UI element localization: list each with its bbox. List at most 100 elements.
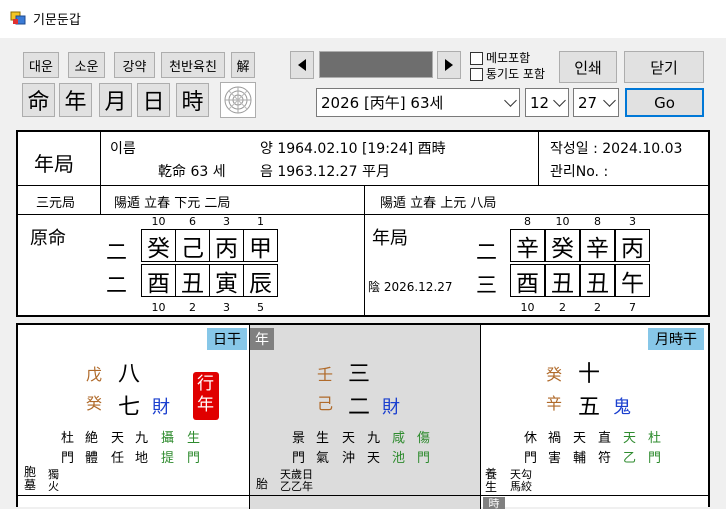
palace-left-r2-4: 提 <box>161 451 175 466</box>
nianju-branch: 酉 <box>510 264 545 297</box>
hour-button[interactable]: 時 <box>176 83 209 117</box>
palace-left-r2-1: 體 <box>85 451 99 466</box>
month-select[interactable]: 12 <box>525 88 569 117</box>
nianju-top-num: 8 <box>524 215 531 228</box>
soun-button[interactable]: 소운 <box>68 52 105 78</box>
palace-middle-r2-2: 沖 <box>342 451 356 466</box>
compass-button[interactable] <box>220 82 256 118</box>
palace-middle-r1-3: 九 <box>367 431 381 446</box>
nianju-bottom-num: 2 <box>559 301 566 314</box>
tonggi-label: 통기도 포함 <box>486 67 546 81</box>
nianju-stem: 辛 <box>580 229 615 262</box>
palace-middle-r2-5: 門 <box>417 451 431 466</box>
written-date: 작성일 : 2024.10.03 <box>550 141 683 157</box>
print-button[interactable]: 인쇄 <box>559 51 617 83</box>
palace-middle-r1-4: 咸 <box>392 431 406 446</box>
palace-grid: 日干 戊 癸 八 七 財 行年 杜 絶 天 九 攝 生 門 體 任 地 提 門 … <box>16 323 710 509</box>
nianju-stem: 辛 <box>510 229 545 262</box>
yuanming-top-num: 10 <box>151 215 166 228</box>
prev-button[interactable] <box>290 51 314 79</box>
month-button[interactable]: 月 <box>99 83 132 117</box>
daeun-button[interactable]: 대운 <box>23 52 59 78</box>
ming-button[interactable]: 命 <box>22 83 55 117</box>
yuanming-stem: 己 <box>175 229 210 262</box>
compass-icon <box>224 86 252 114</box>
yuanming-branch: 寅 <box>209 264 244 297</box>
palace-right-r2-1: 害 <box>548 451 562 466</box>
palace-left-r2-5: 門 <box>187 451 201 466</box>
palace-left-foot-d: 火 <box>48 480 59 493</box>
palace-middle-stem-bottom: 己 <box>317 394 334 413</box>
palace-middle-r2-4: 池 <box>392 451 406 466</box>
window-title: 기문둔갑 <box>33 13 81 28</box>
palace-right-r2-4: 乙 <box>623 451 637 466</box>
palace-right-r1-3: 直 <box>598 431 612 446</box>
month-select-value: 12 <box>530 93 550 112</box>
palace-middle-r1-5: 傷 <box>417 431 431 446</box>
title-bar <box>0 0 726 38</box>
go-button[interactable]: Go <box>625 88 704 117</box>
palace-right-r2-0: 門 <box>524 451 538 466</box>
chart-panel: 年局 이름 양 1964.02.10 [19:24] 酉時 乾命 63 세 음 … <box>16 130 710 317</box>
close-button[interactable]: 닫기 <box>624 51 704 83</box>
memo-checkbox[interactable] <box>470 52 483 65</box>
palace-left-badge-text: 行年 <box>197 374 214 415</box>
palace-bottom-tag: 時 <box>483 497 505 509</box>
year-select-value: 2026 [丙午] 63세 <box>321 94 444 112</box>
palace-left-r1-1: 絶 <box>85 431 99 446</box>
explain-button[interactable]: 解 <box>231 52 255 78</box>
palace-left-relation: 財 <box>152 397 170 418</box>
next-button[interactable] <box>437 51 461 79</box>
nianju-branch: 午 <box>615 264 650 297</box>
yuanming-branch: 辰 <box>243 264 278 297</box>
palace-middle-r2-1: 氣 <box>316 451 330 466</box>
yuanming-top-num: 3 <box>223 215 230 228</box>
yuanming-row-label: 二 <box>106 273 127 297</box>
palace-right-r1-2: 天 <box>573 431 587 446</box>
nianju-row-label: 二 <box>476 240 497 264</box>
palace-left-foot-b: 墓 <box>24 478 37 492</box>
solar-date: 양 1964.02.10 [19:24] 酉時 <box>260 141 446 157</box>
ju-left: 陽遁 立春 下元 二局 <box>114 196 231 211</box>
palace-middle-num-bottom: 二 <box>348 395 371 420</box>
year-select[interactable]: 2026 [丙午] 63세 <box>316 88 520 117</box>
day-button[interactable]: 日 <box>137 83 170 117</box>
lunar-date: 음 1963.12.27 平月 <box>260 164 390 180</box>
palace-middle-r2-3: 天 <box>367 451 381 466</box>
chevron-down-icon <box>504 94 517 107</box>
tonggi-checkbox[interactable] <box>470 68 483 81</box>
nianju-stem: 癸 <box>545 229 580 262</box>
yuanming-top-num: 6 <box>189 215 196 228</box>
nianju-bottom-num: 2 <box>594 301 601 314</box>
palace-middle-foot-c: 乙乙年 <box>280 480 313 493</box>
nianju-stem: 丙 <box>615 229 650 262</box>
nianju-top-num: 3 <box>629 215 636 228</box>
palace-left-r1-3: 九 <box>135 431 149 446</box>
palace-middle-relation: 財 <box>382 397 400 418</box>
nianju-row-label: 三 <box>476 273 497 297</box>
palace-middle-stem-top: 壬 <box>317 365 334 384</box>
cheonban-button[interactable]: 천반육친 <box>161 52 225 78</box>
yuanming-row-label: 二 <box>106 240 127 264</box>
nianju-label: 年局 <box>372 228 408 249</box>
yuanming-label: 原命 <box>30 228 66 249</box>
palace-left-r2-3: 地 <box>135 451 149 466</box>
left-arrow-icon <box>298 59 306 71</box>
palace-right-stem-bottom: 辛 <box>546 394 563 413</box>
palace-right-r2-3: 符 <box>598 451 612 466</box>
yuanming-stem: 甲 <box>243 229 278 262</box>
palace-right-r1-5: 杜 <box>648 431 662 446</box>
palace-left-stem-top: 戊 <box>86 365 103 384</box>
palace-left-num-bottom: 七 <box>118 395 141 420</box>
palace-left-stem-bottom: 癸 <box>86 394 103 413</box>
yuanming-branch: 丑 <box>175 264 210 297</box>
day-select-value: 27 <box>578 93 598 112</box>
nianju-date: 陰 2026.12.27 <box>368 280 453 294</box>
palace-right-r2-2: 輔 <box>573 451 587 466</box>
gangyak-button[interactable]: 강약 <box>114 52 155 78</box>
progress-bar <box>319 51 433 78</box>
day-select[interactable]: 27 <box>573 88 619 117</box>
yuanming-bottom-num: 10 <box>151 301 166 314</box>
palace-left-r1-0: 杜 <box>61 431 75 446</box>
year-button[interactable]: 年 <box>59 83 92 117</box>
